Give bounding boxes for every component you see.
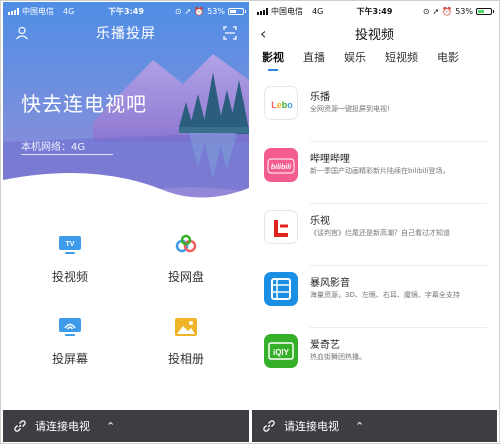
screen-mirror-icon xyxy=(59,318,81,336)
cast-cloud-tile[interactable]: 投网盘 xyxy=(141,234,231,285)
scan-qr-icon[interactable] xyxy=(223,26,237,40)
list-item[interactable]: bilibili 哔哩哔哩 新一季国产动画精彩新片陆续在bilibili登场。 xyxy=(252,142,497,204)
battery-icon xyxy=(476,7,494,15)
cloud-icon xyxy=(175,234,197,253)
svg-text:iQIY: iQIY xyxy=(273,348,290,357)
letv-logo-icon xyxy=(264,210,298,244)
connect-tv-label: 请连接电视 xyxy=(284,420,339,433)
status-bar: 中国电信 4G 下午3:49 ⊙ ➚ ⏰ 53% xyxy=(252,2,497,20)
back-icon[interactable]: ‹ xyxy=(260,24,266,43)
tab-film[interactable]: 电影 xyxy=(437,49,459,69)
list-item[interactable]: 乐视 《谈判官》烂尾还是新高潮？自己看过才知道 xyxy=(252,204,497,266)
chevron-up-icon[interactable]: ⌃ xyxy=(106,420,115,433)
app-description: 热血街舞团热播。 xyxy=(310,353,366,361)
user-profile-icon[interactable] xyxy=(15,26,29,40)
app-description: 海量资源，3D、左眼、右耳、魔镜、字幕全支持 xyxy=(310,291,460,299)
tab-short-video[interactable]: 短视频 xyxy=(385,49,418,69)
connect-tv-label: 请连接电视 xyxy=(35,420,90,433)
app-description: 新一季国产动画精彩新片陆续在bilibili登场。 xyxy=(310,167,450,175)
cast-video-tile[interactable]: TV 投视频 xyxy=(25,234,115,285)
photo-icon xyxy=(175,318,197,336)
chevron-up-icon[interactable]: ⌃ xyxy=(355,420,364,433)
app-title: 乐播投屏 xyxy=(96,26,156,42)
divider xyxy=(21,154,113,155)
status-bar: 中国电信 4G 下午3:49 ⊙ ➚ ⏰ 53% xyxy=(3,2,249,20)
app-name: 乐视 xyxy=(310,216,330,227)
tile-label: 投网盘 xyxy=(167,270,204,284)
right-phone-screen: 中国电信 4G 下午3:49 ⊙ ➚ ⏰ 53% ‹ 投视频 影视 直播 娱乐 … xyxy=(252,2,497,442)
tv-icon: TV xyxy=(59,236,81,254)
network-status: 本机网络：4G xyxy=(21,142,86,153)
app-header: 乐播投屏 xyxy=(3,20,249,46)
status-time: 下午3:49 xyxy=(356,6,393,16)
left-phone-screen: 中国电信 4G 下午3:49 ⊙ ➚ ⏰ 53% 乐播投屏 快去连电视吧 本机网… xyxy=(3,2,249,442)
baofeng-logo-icon xyxy=(264,272,298,306)
tile-label: 投视频 xyxy=(51,270,88,284)
svg-text:TV: TV xyxy=(66,241,75,248)
tab-live[interactable]: 直播 xyxy=(303,49,325,69)
app-name: 爱奇艺 xyxy=(310,340,340,351)
app-name: 暴风影音 xyxy=(310,278,350,289)
iqiyi-logo-icon: iQIY xyxy=(264,334,298,368)
page-title: 投视频 xyxy=(354,27,394,43)
connect-tv-bar[interactable]: 请连接电视 ⌃ xyxy=(3,410,249,442)
bilibili-logo-icon: bilibili xyxy=(264,148,298,182)
cast-screen-tile[interactable]: 投屏幕 xyxy=(25,316,115,367)
category-tabs: 影视 直播 娱乐 短视频 电影 xyxy=(252,48,497,71)
list-item[interactable]: iQIY 爱奇艺 热血街舞团热播。 xyxy=(252,328,497,390)
list-item[interactable]: 暴风影音 海量资源，3D、左眼、右耳、魔镜、字幕全支持 xyxy=(252,266,497,328)
app-description: 《谈判官》烂尾还是新高潮？自己看过才知道 xyxy=(310,229,450,237)
svg-text:Lebo: Lebo xyxy=(271,100,293,110)
cast-photo-tile[interactable]: 投相册 xyxy=(141,316,231,367)
app-name: 哔哩哔哩 xyxy=(310,154,350,165)
tab-entertainment[interactable]: 娱乐 xyxy=(344,49,366,69)
link-icon xyxy=(14,420,26,432)
connect-tv-bar[interactable]: 请连接电视 ⌃ xyxy=(252,410,497,442)
app-name: 乐播 xyxy=(310,92,330,103)
tab-movies[interactable]: 影视 xyxy=(262,49,284,71)
svg-text:bilibili: bilibili xyxy=(271,164,292,171)
hero-title: 快去连电视吧 xyxy=(21,92,147,116)
app-description: 全网资源一键投屏到电视! xyxy=(310,105,390,113)
battery-icon xyxy=(228,7,246,15)
nav-bar: ‹ 投视频 xyxy=(252,20,497,46)
status-time: 下午3:49 xyxy=(108,6,144,16)
tile-label: 投屏幕 xyxy=(51,352,88,366)
list-item[interactable]: Lebo 乐播 全网资源一键投屏到电视! xyxy=(252,80,497,142)
link-icon xyxy=(263,420,275,432)
tile-label: 投相册 xyxy=(167,352,204,366)
lebo-logo-icon: Lebo xyxy=(264,86,298,120)
